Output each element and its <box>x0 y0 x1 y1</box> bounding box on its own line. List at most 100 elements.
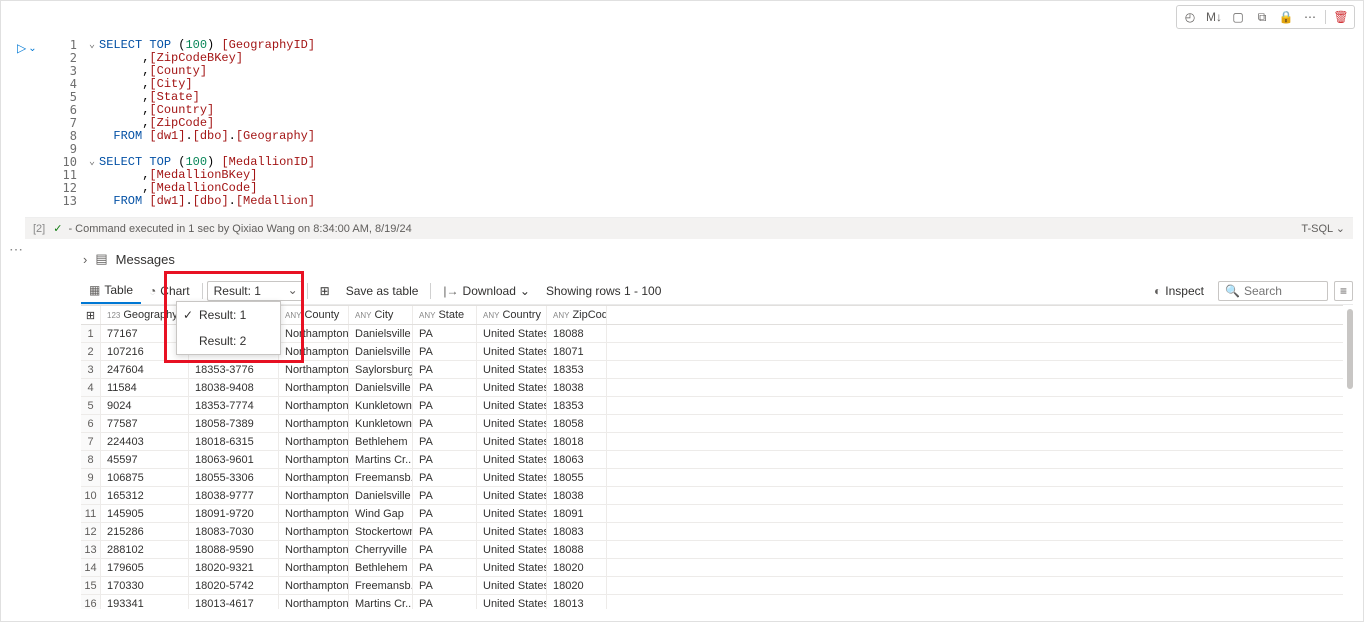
row-number[interactable]: 11 <box>81 505 101 522</box>
cell[interactable]: 18018 <box>547 433 607 450</box>
cell[interactable]: Northampton <box>279 541 349 558</box>
cell[interactable]: United States <box>477 433 547 450</box>
cell[interactable]: Danielsville <box>349 487 413 504</box>
cell[interactable]: Danielsville <box>349 343 413 360</box>
cell[interactable]: PA <box>413 577 477 594</box>
row-number[interactable]: 10 <box>81 487 101 504</box>
cell[interactable]: 18088 <box>547 541 607 558</box>
markdown-toggle[interactable]: M↓ <box>1205 8 1223 26</box>
cell[interactable]: Kunkletown <box>349 415 413 432</box>
search-input[interactable] <box>1244 284 1314 298</box>
cell[interactable]: PA <box>413 523 477 540</box>
cell[interactable]: 18013 <box>547 595 607 609</box>
column-header[interactable]: ANYState <box>413 306 477 324</box>
cell[interactable]: 11584 <box>101 379 189 396</box>
cell[interactable]: Saylorsburg <box>349 361 413 378</box>
cell[interactable]: Northampton <box>279 343 349 360</box>
cell[interactable]: Danielsville <box>349 325 413 342</box>
cell[interactable]: 18353-3776 <box>189 361 279 378</box>
table-row[interactable]: 324760418353-3776NorthamptonSaylorsburgP… <box>81 361 1343 379</box>
cell[interactable]: United States <box>477 379 547 396</box>
cell[interactable]: 18091-9720 <box>189 505 279 522</box>
cell[interactable]: 18058 <box>547 415 607 432</box>
result-option-2[interactable]: Result: 2 <box>177 328 280 354</box>
table-view-button[interactable]: ▦ Table <box>81 277 141 304</box>
cell[interactable]: 18353-7774 <box>189 397 279 414</box>
cell[interactable]: PA <box>413 415 477 432</box>
cell[interactable]: 18013-4617 <box>189 595 279 609</box>
cell[interactable]: United States <box>477 343 547 360</box>
cell[interactable]: United States <box>477 469 547 486</box>
chart-view-button[interactable]: ◔ Chart <box>141 277 198 304</box>
inspect-button[interactable]: ◐ Inspect <box>1146 284 1212 298</box>
run-dropdown-chevron[interactable]: ⌄ <box>28 43 36 54</box>
copy-icon[interactable]: ⧉ <box>1253 8 1271 26</box>
cell[interactable]: 18055 <box>547 469 607 486</box>
row-number[interactable]: 16 <box>81 595 101 609</box>
more-icon[interactable]: ⋯ <box>1301 8 1319 26</box>
cell[interactable]: 18020 <box>547 577 607 594</box>
add-button[interactable]: ⊞ <box>312 277 338 304</box>
download-button[interactable]: |→ Download ⌄ <box>435 277 538 304</box>
panel-icon[interactable]: ▢ <box>1229 8 1247 26</box>
cell[interactable]: 18063-9601 <box>189 451 279 468</box>
cell[interactable]: 18020 <box>547 559 607 576</box>
row-number[interactable]: 12 <box>81 523 101 540</box>
cell[interactable]: Northampton <box>279 577 349 594</box>
cell[interactable]: United States <box>477 451 547 468</box>
result-option-1[interactable]: Result: 1 <box>177 302 280 328</box>
cell[interactable]: 18083-7030 <box>189 523 279 540</box>
corner-cell[interactable]: ⊞ <box>81 306 101 324</box>
cell[interactable]: 145905 <box>101 505 189 522</box>
cell[interactable]: 18018-6315 <box>189 433 279 450</box>
column-header[interactable]: ANYCountry <box>477 306 547 324</box>
table-row[interactable]: 1517033018020-5742NorthamptonFreemansb..… <box>81 577 1343 595</box>
cell[interactable]: Cherryville <box>349 541 413 558</box>
table-row[interactable]: 67758718058-7389NorthamptonKunkletownPAU… <box>81 415 1343 433</box>
cell[interactable]: 18038-9408 <box>189 379 279 396</box>
cell[interactable]: 247604 <box>101 361 189 378</box>
cell[interactable]: Freemansb... <box>349 469 413 486</box>
row-number[interactable]: 9 <box>81 469 101 486</box>
table-row[interactable]: 1417960518020-9321NorthamptonBethlehemPA… <box>81 559 1343 577</box>
cell[interactable]: 18063 <box>547 451 607 468</box>
cell[interactable]: 193341 <box>101 595 189 609</box>
table-row[interactable]: 1114590518091-9720NorthamptonWind GapPAU… <box>81 505 1343 523</box>
cell[interactable]: PA <box>413 433 477 450</box>
cell[interactable]: United States <box>477 361 547 378</box>
table-row[interactable]: 910687518055-3306NorthamptonFreemansb...… <box>81 469 1343 487</box>
cell[interactable]: PA <box>413 559 477 576</box>
table-row[interactable]: 1221528618083-7030NorthamptonStockertown… <box>81 523 1343 541</box>
cell[interactable]: United States <box>477 523 547 540</box>
cell[interactable]: PA <box>413 541 477 558</box>
cell[interactable]: Northampton <box>279 415 349 432</box>
cell[interactable]: 18353 <box>547 397 607 414</box>
table-row[interactable]: 1016531218038-9777NorthamptonDanielsvill… <box>81 487 1343 505</box>
cell[interactable]: United States <box>477 541 547 558</box>
filter-icon[interactable]: ≡ <box>1334 281 1353 301</box>
save-as-table-button[interactable]: Save as table <box>338 277 427 304</box>
cell[interactable]: 9024 <box>101 397 189 414</box>
cell[interactable]: United States <box>477 505 547 522</box>
table-row[interactable]: 1328810218088-9590NorthamptonCherryville… <box>81 541 1343 559</box>
row-number[interactable]: 3 <box>81 361 101 378</box>
cell[interactable]: Northampton <box>279 559 349 576</box>
table-row[interactable]: 722440318018-6315NorthamptonBethlehemPAU… <box>81 433 1343 451</box>
cell[interactable]: Wind Gap <box>349 505 413 522</box>
cell[interactable]: Kunkletown <box>349 397 413 414</box>
cell[interactable]: Bethlehem <box>349 559 413 576</box>
cell[interactable]: United States <box>477 397 547 414</box>
row-number[interactable]: 5 <box>81 397 101 414</box>
column-header[interactable]: ANYCounty <box>279 306 349 324</box>
cell[interactable]: Northampton <box>279 505 349 522</box>
cell[interactable]: United States <box>477 487 547 504</box>
cell[interactable]: PA <box>413 505 477 522</box>
cell[interactable]: 288102 <box>101 541 189 558</box>
cell[interactable]: United States <box>477 415 547 432</box>
table-row[interactable]: 41158418038-9408NorthamptonDanielsvilleP… <box>81 379 1343 397</box>
cell[interactable]: United States <box>477 577 547 594</box>
cell[interactable]: Martins Cr... <box>349 595 413 609</box>
cell[interactable]: 18055-3306 <box>189 469 279 486</box>
cell[interactable]: Stockertown <box>349 523 413 540</box>
row-number[interactable]: 8 <box>81 451 101 468</box>
